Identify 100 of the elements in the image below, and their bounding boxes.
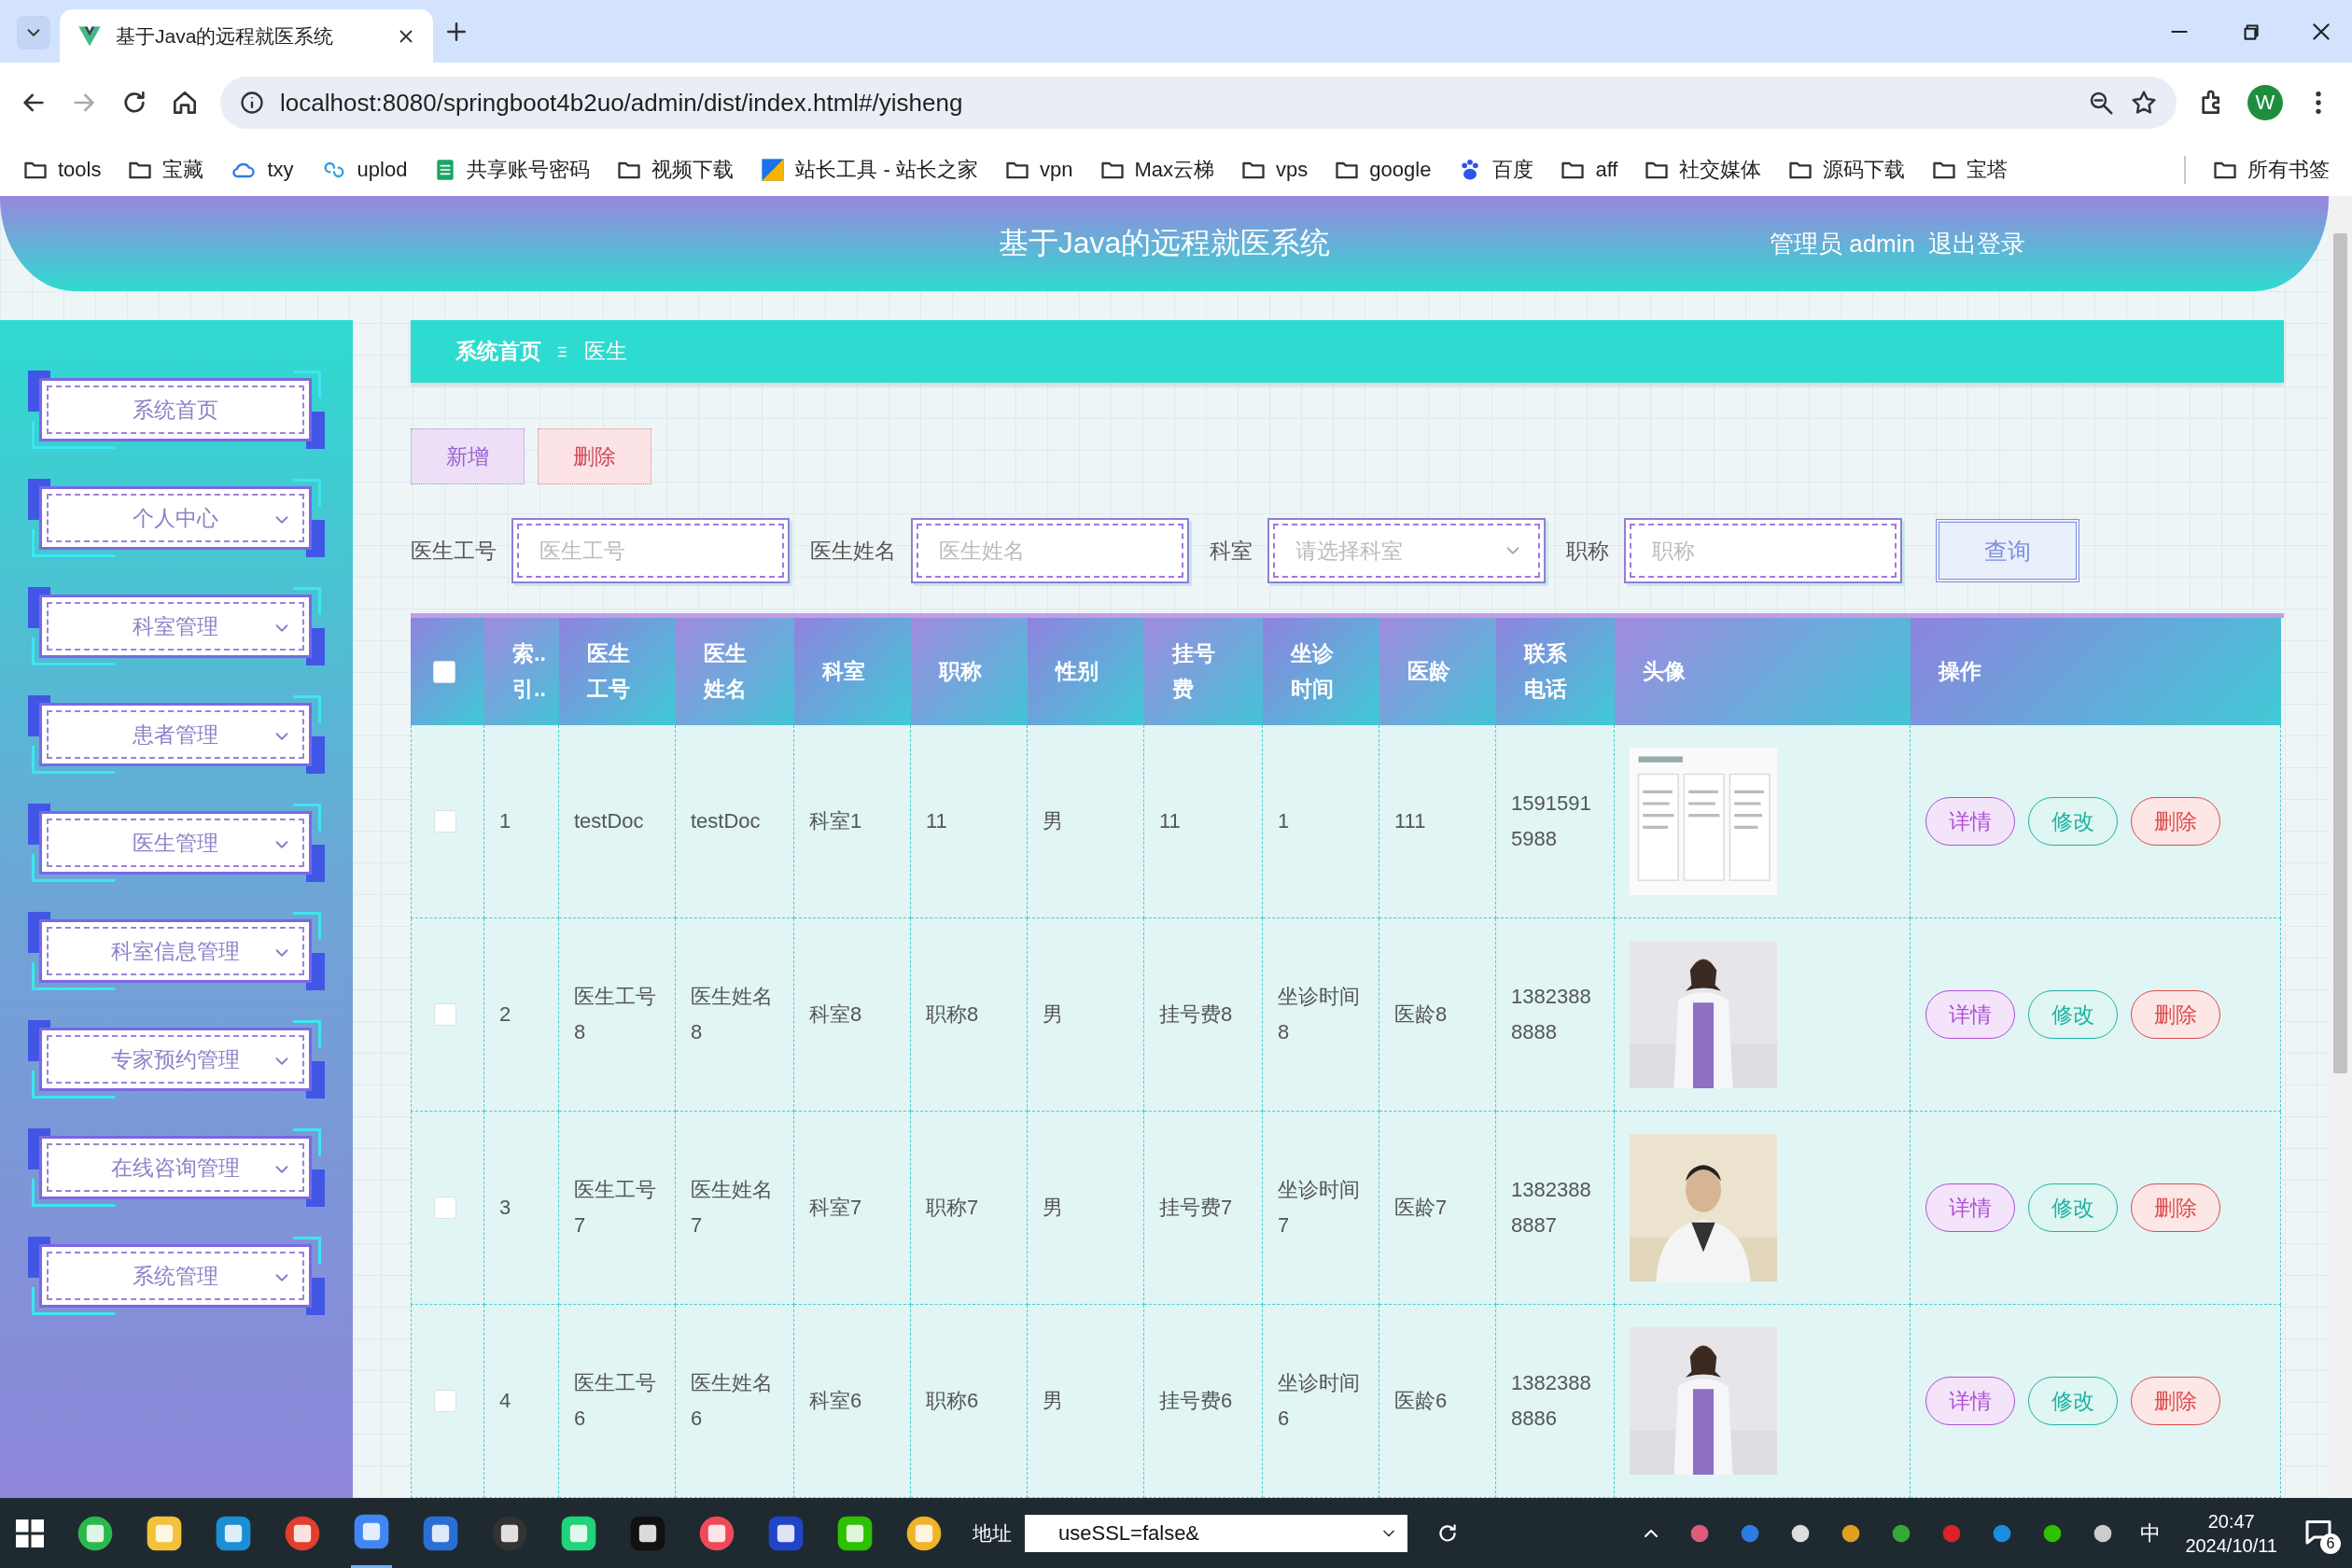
bookmark[interactable]: 共享账号密码 — [433, 155, 591, 184]
breadcrumb-item: 医生 — [584, 338, 627, 365]
table-cell-text: 坐诊时间8 — [1278, 983, 1361, 1045]
bookmark[interactable]: vps — [1240, 156, 1309, 183]
table-cell-text: 挂号费6 — [1159, 1387, 1233, 1414]
bookmark[interactable]: 站长工具 - 站长之家 — [760, 155, 978, 184]
field-label: 科室 — [1210, 537, 1253, 565]
column-header[interactable]: 操作 — [1939, 653, 1981, 690]
profile-avatar[interactable]: W — [2247, 85, 2283, 120]
bookmark[interactable]: 宝藏 — [127, 155, 204, 184]
url-text: localhost:8080/springboot4b2uo/admin/dist/index.html#/yisheng — [280, 88, 964, 118]
table-cell-text: 男 — [1043, 807, 1063, 834]
all-bookmarks[interactable]: 所有书签 — [2212, 155, 2330, 184]
column-header[interactable]: 职称 — [939, 653, 982, 690]
table-cell-text: 11 — [926, 807, 947, 834]
info-icon — [239, 90, 265, 116]
field-label: 医生姓名 — [810, 537, 896, 565]
table-cell-text: 医生工号8 — [574, 983, 657, 1045]
table-cell-text: 3 — [499, 1194, 511, 1221]
bookmark[interactable]: vpn — [1004, 156, 1073, 183]
table-cell-text: 男 — [1043, 1387, 1063, 1414]
edit-button[interactable]: 修改 — [2028, 990, 2118, 1039]
input-method-indicator[interactable]: 中 — [2140, 1519, 2162, 1547]
address-bar[interactable]: localhost:8080/springboot4b2uo/admin/dist/index.html#/yisheng — [220, 77, 2177, 129]
delete-button[interactable]: 删除 — [2131, 990, 2220, 1039]
table-cell-text: 13823888886 — [1511, 1369, 1592, 1432]
checkbox[interactable] — [434, 1197, 456, 1219]
table-cell-text: 挂号费8 — [1159, 1001, 1233, 1028]
table-cell-text: 男 — [1043, 1001, 1063, 1028]
details-button[interactable]: 详情 — [1925, 797, 2015, 846]
table-cell-text: 科室7 — [809, 1194, 862, 1221]
details-button[interactable]: 详情 — [1925, 1183, 2015, 1232]
star-icon[interactable] — [2130, 89, 2158, 117]
table-cell-text: 13823888888 — [1511, 983, 1592, 1045]
table-cell-text: 11 — [1159, 807, 1181, 834]
column-header[interactable]: 科室 — [822, 653, 865, 690]
app-title: 基于Java的远程就医系统 — [998, 226, 1331, 259]
table-cell-text: 医生工号7 — [574, 1176, 657, 1239]
bookmark[interactable]: 宝塔 — [1931, 155, 2009, 184]
delete-button[interactable]: 删除 — [2131, 797, 2220, 846]
column-header[interactable]: 头像 — [1643, 653, 1686, 690]
edit-button[interactable]: 修改 — [2028, 1183, 2118, 1232]
notification-button[interactable]: 6 — [2302, 1514, 2339, 1552]
table-cell-text: 医生姓名7 — [691, 1176, 774, 1239]
table-cell-text: 1 — [1278, 807, 1290, 834]
bookmark[interactable]: uplod — [319, 156, 408, 183]
table-cell-text: 15915915988 — [1511, 790, 1592, 852]
checkbox[interactable] — [434, 1390, 456, 1412]
table-cell-text: 2 — [499, 1001, 511, 1028]
bookmark[interactable]: 视频下载 — [616, 155, 735, 184]
bookmark[interactable]: txy — [230, 156, 294, 183]
search-field[interactable]: 医生姓名 — [911, 518, 1189, 583]
delete-button[interactable]: 删除 — [2131, 1377, 2220, 1425]
user-name: 管理员 admin — [1769, 228, 1915, 259]
bookmark[interactable]: Max云梯 — [1099, 155, 1215, 184]
table-cell-text: 科室8 — [809, 1001, 862, 1028]
bookmark[interactable]: 百度 — [1457, 155, 1534, 184]
details-button[interactable]: 详情 — [1925, 1377, 2015, 1425]
checkbox[interactable] — [434, 810, 456, 833]
department-select[interactable]: 请选择科室 — [1267, 518, 1546, 583]
table-cell-text: 医生工号6 — [574, 1369, 657, 1432]
edit-button[interactable]: 修改 — [2028, 1377, 2118, 1425]
search-field[interactable]: 职称 — [1624, 518, 1902, 583]
table-cell-text: 科室6 — [809, 1387, 862, 1414]
bookmark[interactable]: google — [1334, 156, 1432, 183]
details-button[interactable]: 详情 — [1925, 990, 2015, 1039]
checkbox[interactable] — [433, 660, 455, 683]
table-cell-text: 职称6 — [926, 1387, 979, 1414]
add-button[interactable]: 新增 — [411, 428, 525, 484]
delete-button[interactable]: 删除 — [2131, 1183, 2220, 1232]
delete-button[interactable]: 删除 — [538, 428, 651, 484]
table-cell-text: 111 — [1394, 807, 1426, 834]
address-field[interactable]: useSSL=false& — [1025, 1514, 1407, 1552]
table-cell-text: 医龄8 — [1394, 1001, 1448, 1028]
column-header[interactable]: 性别 — [1056, 653, 1099, 690]
tab-title: 基于Java的远程就医系统 — [116, 23, 335, 49]
column-header[interactable]: 医龄 — [1407, 653, 1450, 690]
table-cell-text: 4 — [499, 1387, 511, 1414]
field-label: 医生工号 — [411, 537, 497, 565]
site-icon — [760, 156, 787, 183]
bookmark[interactable]: tools — [22, 156, 102, 183]
scrollbar-thumb[interactable] — [2333, 233, 2347, 1073]
bookmark[interactable]: aff — [1560, 156, 1618, 183]
table-cell-text: 医生姓名6 — [691, 1369, 774, 1432]
bookmark[interactable]: 源码下载 — [1787, 155, 1906, 184]
bookmark[interactable]: 社交媒体 — [1644, 155, 1762, 184]
scrollbar[interactable] — [2329, 196, 2352, 1498]
logout-link[interactable]: 退出登录 — [1928, 227, 2025, 260]
table-cell-text: testDoc — [691, 807, 761, 834]
table-cell-text: 1 — [499, 807, 511, 834]
table-cell-text: 13823888887 — [1511, 1176, 1592, 1239]
table-cell-text: 医龄7 — [1394, 1194, 1448, 1221]
browser-tab[interactable]: 基于Java的远程就医系统 — [60, 9, 433, 63]
search-field[interactable]: 医生工号 — [511, 518, 790, 583]
checkbox[interactable] — [434, 1003, 456, 1026]
clock[interactable]: 20:47 2024/10/11 — [2185, 1508, 2277, 1558]
tab-list-button[interactable] — [17, 16, 50, 49]
table-cell-text: 职称8 — [926, 1001, 979, 1028]
edit-button[interactable]: 修改 — [2028, 797, 2118, 846]
search-button[interactable]: 查询 — [1936, 519, 2079, 582]
